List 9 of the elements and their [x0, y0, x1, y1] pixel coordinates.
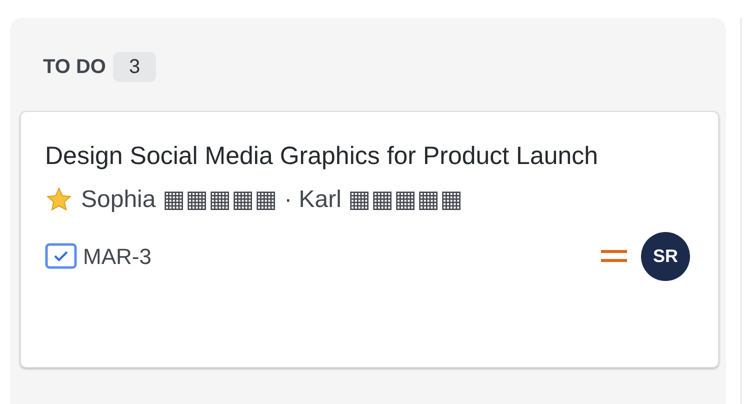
column-title: TO DO — [43, 55, 106, 80]
issue-title: Design Social Media Graphics for Product Launch — [45, 141, 600, 172]
priority-icon — [601, 249, 627, 263]
issue-card[interactable]: Design Social Media Graphics for Product Launch Sophia ▦▦▦▦▦ · Karl ▦▦▦▦▦ MAR-3 SR — [20, 111, 719, 368]
avatar[interactable]: SR — [641, 232, 690, 280]
reviewers-text: Sophia ▦▦▦▦▦ · Karl ▦▦▦▦▦ — [81, 185, 464, 215]
issue-count: 3 — [112, 52, 156, 82]
issue-key[interactable]: MAR-3 — [83, 240, 152, 272]
checkbox-icon — [45, 243, 77, 269]
